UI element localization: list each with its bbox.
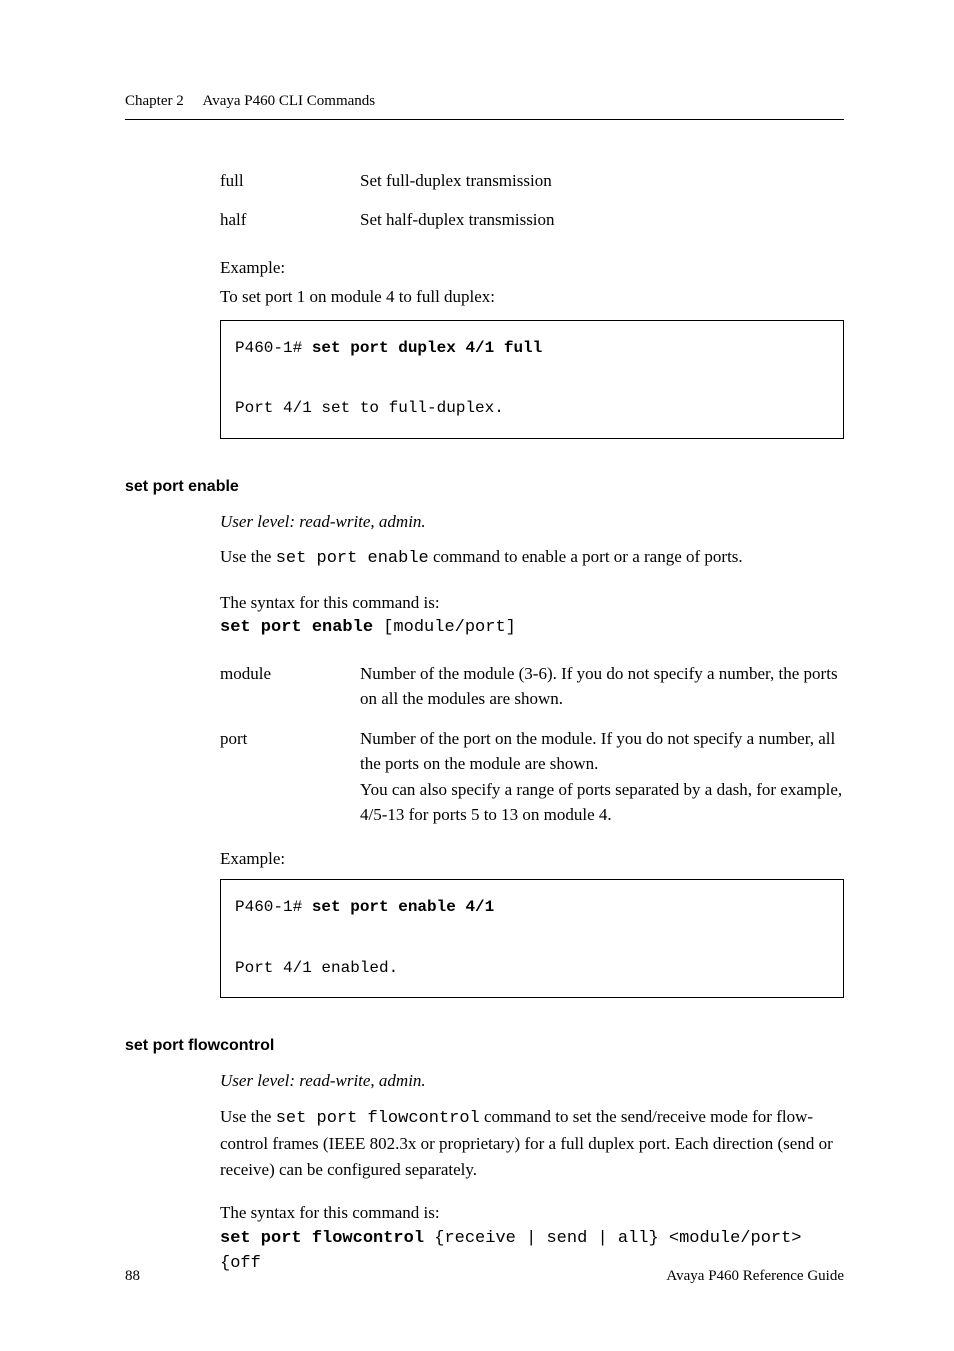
top-definitions: full Set full-duplex transmission half S…	[220, 168, 844, 439]
code-block: P460-1# set port duplex 4/1 full Port 4/…	[220, 320, 844, 439]
code-command: set port enable 4/1	[312, 898, 494, 916]
syntax-line: set port enable [module/port]	[220, 615, 844, 641]
example-intro: To set port 1 on module 4 to full duplex…	[220, 284, 844, 310]
def-desc: Set full-duplex transmission	[360, 168, 844, 194]
page-number: 88	[125, 1265, 140, 1288]
def-term: port	[220, 726, 360, 828]
user-level: User level: read-write, admin.	[220, 1068, 844, 1094]
def-desc: Number of the module (3-6). If you do no…	[360, 661, 844, 712]
def-term: module	[220, 661, 360, 712]
section-title-enable: set port enable	[125, 475, 844, 499]
page-header: Chapter 2 Avaya P460 CLI Commands	[125, 90, 844, 113]
def-term: half	[220, 207, 360, 233]
guide-title: Avaya P460 Reference Guide	[666, 1265, 844, 1288]
use-description: Use the set port flowcontrol command to …	[220, 1104, 844, 1183]
def-desc: Number of the port on the module. If you…	[360, 726, 844, 828]
def-row: half Set half-duplex transmission	[220, 207, 844, 233]
code-prompt: P460-1#	[235, 339, 312, 357]
chapter-title: Avaya P460 CLI Commands	[202, 93, 375, 109]
section-title-flowcontrol: set port flowcontrol	[125, 1034, 844, 1058]
user-level: User level: read-write, admin.	[220, 509, 844, 535]
example-label: Example:	[220, 255, 844, 281]
example-label: Example:	[220, 846, 844, 872]
inline-command: set port flowcontrol	[276, 1109, 480, 1128]
section-flow-body: User level: read-write, admin. Use the s…	[220, 1068, 844, 1277]
code-block: P460-1# set port enable 4/1 Port 4/1 ena…	[220, 879, 844, 998]
syntax-label: The syntax for this command is:	[220, 1200, 844, 1226]
code-output: Port 4/1 set to full-duplex.	[235, 399, 504, 417]
header-rule	[125, 119, 844, 120]
def-row: port Number of the port on the module. I…	[220, 726, 844, 828]
def-row: module Number of the module (3-6). If yo…	[220, 661, 844, 712]
syntax-label: The syntax for this command is:	[220, 590, 844, 616]
def-row: full Set full-duplex transmission	[220, 168, 844, 194]
inline-command: set port enable	[276, 549, 429, 568]
def-desc: Set half-duplex transmission	[360, 207, 844, 233]
def-term: full	[220, 168, 360, 194]
code-prompt: P460-1#	[235, 898, 312, 916]
page-content: Chapter 2 Avaya P460 CLI Commands full S…	[0, 0, 954, 1277]
code-output: Port 4/1 enabled.	[235, 959, 398, 977]
page-footer: 88 Avaya P460 Reference Guide	[125, 1265, 844, 1288]
chapter-label: Chapter 2	[125, 93, 184, 109]
use-description: Use the set port enable command to enabl…	[220, 544, 844, 572]
code-command: set port duplex 4/1 full	[312, 339, 542, 357]
section-enable-body: User level: read-write, admin. Use the s…	[220, 509, 844, 999]
